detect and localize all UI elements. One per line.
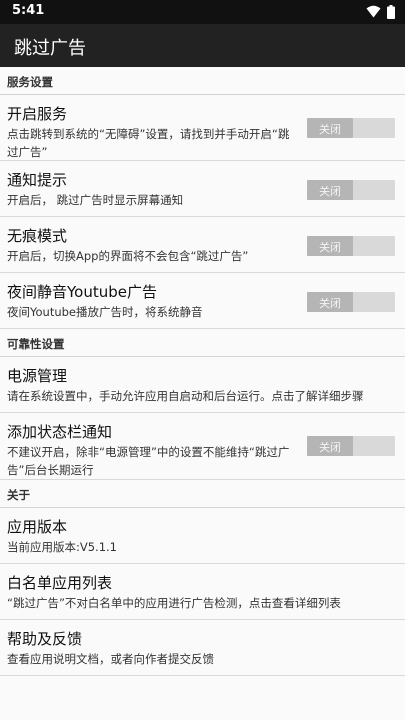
battery-icon bbox=[387, 5, 395, 19]
app-title: 跳过广告 bbox=[14, 38, 86, 59]
switch-label: 关闭 bbox=[319, 441, 341, 454]
section-header-reliability: 可靠性设置 bbox=[0, 329, 405, 357]
pref-night-mute[interactable]: 夜间静音Youtube广告 夜间Youtube播放广告时，将系统静音 关闭 bbox=[0, 273, 405, 329]
section-header-service: 服务设置 bbox=[0, 67, 405, 95]
section-title: 服务设置 bbox=[7, 75, 53, 89]
incognito-switch[interactable]: 关闭 bbox=[307, 236, 395, 256]
switch-label: 关闭 bbox=[319, 123, 341, 136]
pref-title: 添加状态栏通知 bbox=[7, 423, 113, 441]
section-title: 关于 bbox=[7, 488, 30, 502]
section-header-about: 关于 bbox=[0, 480, 405, 508]
wifi-icon bbox=[366, 5, 381, 18]
pref-summary-cont: 过广告” bbox=[7, 145, 48, 159]
pref-title: 夜间静音Youtube广告 bbox=[7, 283, 157, 301]
pref-summary: 查看应用说明文档，或者向作者提交反馈 bbox=[7, 652, 214, 666]
pref-incognito[interactable]: 无痕模式 开启后，切换App的界面将不会包含“跳过广告” 关闭 bbox=[0, 217, 405, 273]
pref-whitelist[interactable]: 白名单应用列表 “跳过广告”不对白名单中的应用进行广告检测，点击查看详细列表 bbox=[0, 564, 405, 620]
pref-title: 开启服务 bbox=[7, 105, 68, 123]
pref-enable-service[interactable]: 开启服务 点击跳转到系统的“无障碍”设置，请找到并手动开启“跳 过广告” 关闭 bbox=[0, 95, 405, 161]
pref-power-management[interactable]: 电源管理 请在系统设置中，手动允许应用自启动和后台运行。点击了解详细步骤 bbox=[0, 357, 405, 413]
pref-summary: “跳过广告”不对白名单中的应用进行广告检测，点击查看详细列表 bbox=[7, 596, 341, 610]
pref-summary: 夜间Youtube播放广告时，将系统静音 bbox=[7, 305, 203, 319]
settings-list: 服务设置 开启服务 点击跳转到系统的“无障碍”设置，请找到并手动开启“跳 过广告… bbox=[0, 67, 405, 676]
pref-title: 白名单应用列表 bbox=[7, 574, 113, 592]
pref-title: 应用版本 bbox=[7, 518, 68, 536]
pref-notification[interactable]: 通知提示 开启后， 跳过广告时显示屏幕通知 关闭 bbox=[0, 161, 405, 217]
status-bar: 5:41 bbox=[0, 0, 405, 24]
pref-app-version[interactable]: 应用版本 当前应用版本:V5.1.1 bbox=[0, 508, 405, 564]
status-notification-switch[interactable]: 关闭 bbox=[307, 436, 395, 456]
pref-title: 通知提示 bbox=[7, 171, 68, 189]
status-icons bbox=[366, 5, 395, 19]
section-title: 可靠性设置 bbox=[7, 337, 65, 351]
switch-label: 关闭 bbox=[319, 241, 341, 254]
app-bar: 跳过广告 bbox=[0, 24, 405, 67]
pref-summary-cont: 告”后台长期运行 bbox=[7, 463, 94, 477]
pref-summary: 开启后， 跳过广告时显示屏幕通知 bbox=[7, 193, 184, 207]
pref-summary: 请在系统设置中，手动允许应用自启动和后台运行。点击了解详细步骤 bbox=[7, 389, 364, 403]
night-mute-switch[interactable]: 关闭 bbox=[307, 292, 395, 312]
enable-service-switch[interactable]: 关闭 bbox=[307, 118, 395, 138]
pref-title: 无痕模式 bbox=[7, 227, 68, 245]
pref-summary: 不建议开启，除非“电源管理”中的设置不能维持“跳过广 bbox=[7, 445, 290, 459]
pref-status-notification[interactable]: 添加状态栏通知 不建议开启，除非“电源管理”中的设置不能维持“跳过广 告”后台长… bbox=[0, 413, 405, 480]
pref-help-feedback[interactable]: 帮助及反馈 查看应用说明文档，或者向作者提交反馈 bbox=[0, 620, 405, 676]
pref-title: 帮助及反馈 bbox=[7, 630, 83, 648]
switch-label: 关闭 bbox=[319, 185, 341, 198]
switch-label: 关闭 bbox=[319, 297, 341, 310]
status-time: 5:41 bbox=[12, 3, 45, 18]
pref-summary: 点击跳转到系统的“无障碍”设置，请找到并手动开启“跳 bbox=[7, 127, 290, 141]
pref-title: 电源管理 bbox=[7, 367, 68, 385]
notification-switch[interactable]: 关闭 bbox=[307, 180, 395, 200]
pref-summary: 开启后，切换App的界面将不会包含“跳过广告” bbox=[7, 249, 249, 263]
pref-summary: 当前应用版本:V5.1.1 bbox=[7, 540, 118, 554]
